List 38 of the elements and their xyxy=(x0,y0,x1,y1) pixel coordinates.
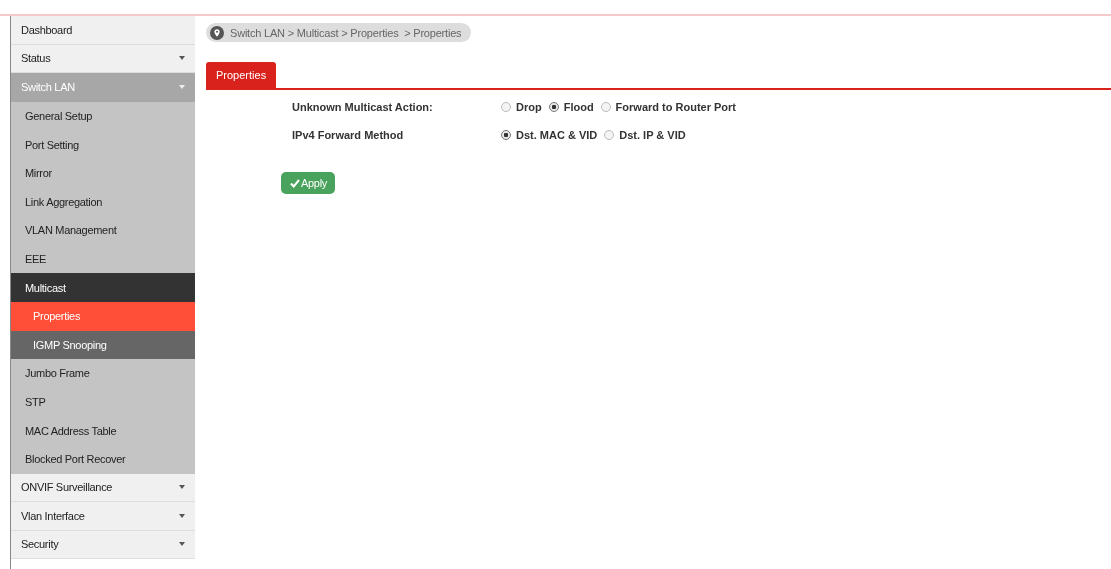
sidebar-item[interactable]: Blocked Port Recover xyxy=(11,444,195,474)
radio-button[interactable] xyxy=(501,130,511,140)
radio-label: Forward to Router Port xyxy=(615,101,736,113)
sidebar-item[interactable]: Status xyxy=(11,44,195,74)
sidebar-item[interactable]: Multicast xyxy=(11,273,195,302)
sidebar-item[interactable]: General Setup xyxy=(11,101,195,131)
sidebar-item[interactable]: VLAN Management xyxy=(11,216,195,245)
sidebar-item[interactable]: Mirror xyxy=(11,158,195,188)
sidebar-item[interactable]: Security xyxy=(11,530,195,560)
caret-icon xyxy=(179,542,185,547)
field-label: Unknown Multicast Action: xyxy=(292,101,434,113)
radio-button[interactable] xyxy=(600,102,611,112)
sidebar-item[interactable]: Vlan Interface xyxy=(11,502,195,531)
radio-button[interactable] xyxy=(501,102,511,112)
breadcrumb-path: Switch LAN > Multicast > Properties > Properties xyxy=(230,26,462,39)
sidebar-item[interactable]: STP xyxy=(11,387,195,417)
radio-label: Drop xyxy=(516,101,542,113)
field-label: IPv4 Forward Method xyxy=(292,129,405,141)
radio-button[interactable] xyxy=(548,102,559,112)
radio-button[interactable] xyxy=(604,130,615,140)
sidebar-item[interactable]: ONVIF Surveillance xyxy=(11,473,195,503)
caret-icon xyxy=(179,56,185,61)
radio-label: Dst. MAC & VID xyxy=(516,129,598,141)
sidebar-item[interactable]: EEE xyxy=(11,244,195,274)
sidebar-item[interactable]: Jumbo Frame xyxy=(11,359,195,388)
sidebar-item[interactable]: Dashboard xyxy=(11,16,195,45)
tab[interactable]: Properties xyxy=(206,62,277,88)
radio-label: Dst. IP & VID xyxy=(619,129,686,141)
caret-icon xyxy=(179,513,185,518)
sidebar-item[interactable]: Link Aggregation xyxy=(11,187,195,217)
sidebar-item[interactable]: MAC Address Table xyxy=(11,416,195,445)
sidebar-item[interactable]: Port Setting xyxy=(11,130,195,159)
radio-label: Flood xyxy=(563,101,594,113)
caret-icon xyxy=(179,485,185,490)
caret-icon xyxy=(179,85,185,90)
sidebar-item[interactable]: IGMP Snooping xyxy=(11,330,195,360)
checkmark-icon xyxy=(290,178,300,188)
location-pin-icon xyxy=(210,25,224,40)
